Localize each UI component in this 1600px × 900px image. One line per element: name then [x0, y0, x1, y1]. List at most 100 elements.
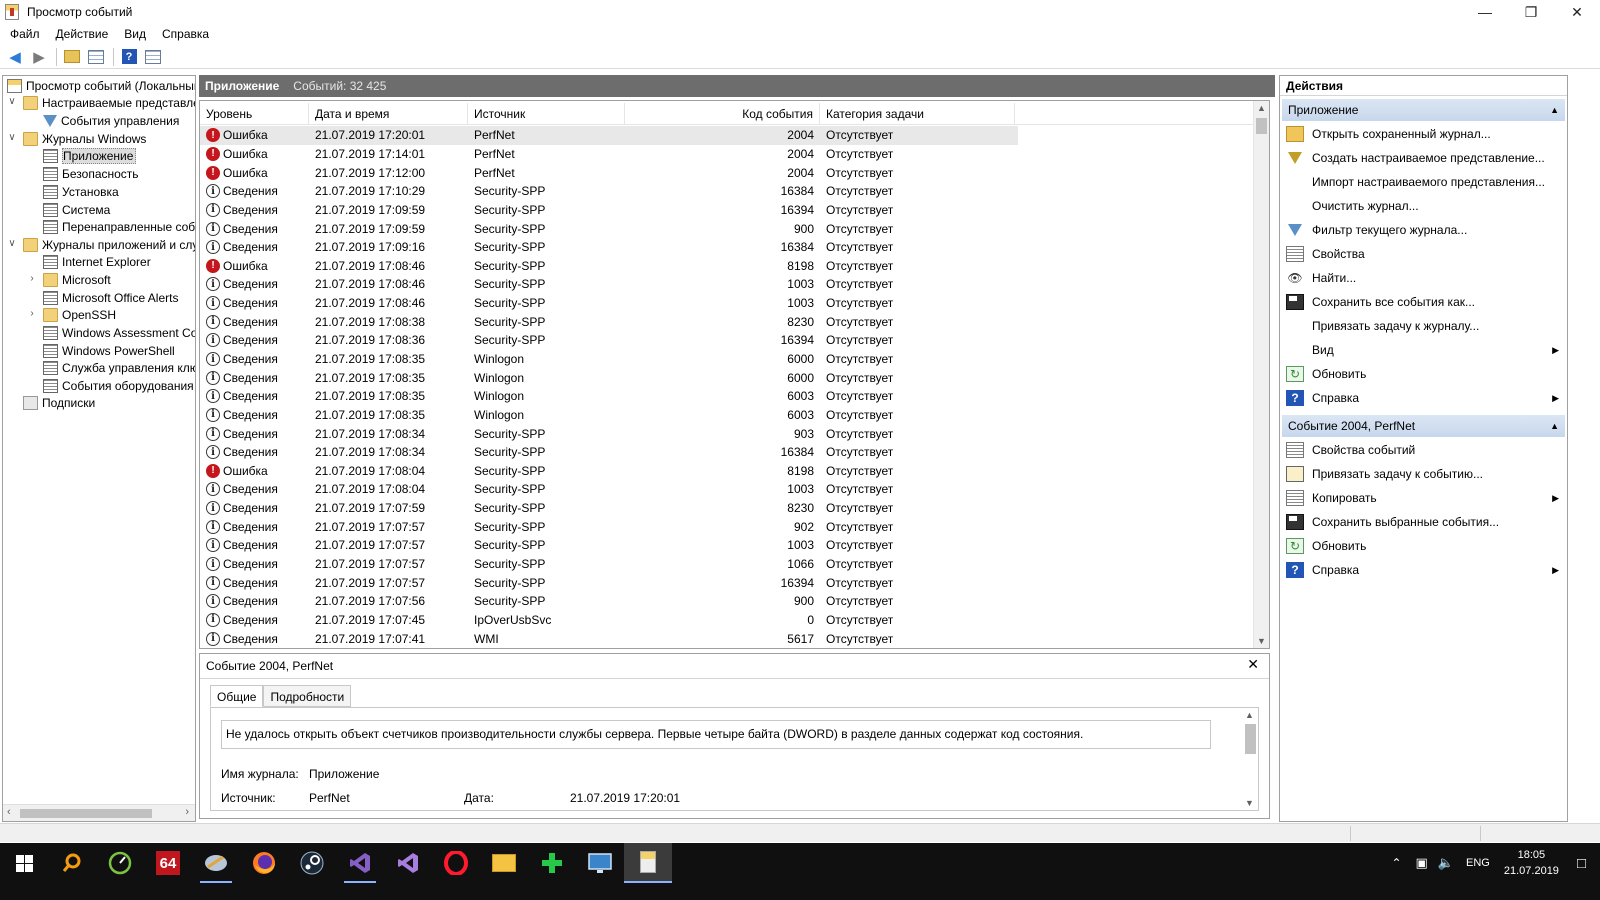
event-row[interactable]: i Сведения 21.07.2019 17:07:56 Security-SPP… — [200, 592, 1254, 611]
event-row[interactable]: i Сведения 21.07.2019 17:07:57 Security-SPP… — [200, 517, 1254, 536]
plus-icon[interactable] — [528, 843, 576, 883]
close-button[interactable]: ✕ — [1554, 0, 1600, 24]
event-row[interactable]: i Сведения 21.07.2019 17:09:16 Security-SPP… — [200, 238, 1254, 257]
opera-icon[interactable] — [432, 843, 480, 883]
action-item[interactable]: Свойства событий — [1280, 438, 1567, 462]
show-hidden-icons-icon[interactable]: ⌃ — [1391, 856, 1401, 870]
event-row[interactable]: i Сведения 21.07.2019 17:10:29 Security-SPP… — [200, 182, 1254, 201]
tree-item-root[interactable]: Просмотр событий (Локальный) — [7, 77, 195, 95]
search-icon[interactable] — [48, 843, 96, 883]
tab-general[interactable]: Общие — [210, 685, 264, 707]
collapse-icon[interactable]: ∨ — [7, 238, 17, 249]
volume-icon[interactable]: 🔈 — [1438, 855, 1454, 871]
action-item[interactable]: Фильтр текущего журнала... — [1280, 218, 1567, 242]
action-item[interactable]: Свойства — [1280, 242, 1567, 266]
action-item[interactable]: Сохранить выбранные события... — [1280, 510, 1567, 534]
collapse-section-icon[interactable]: ▲ — [1550, 99, 1559, 121]
action-item[interactable]: Создать настраиваемое представление... — [1280, 146, 1567, 170]
column-header-level[interactable]: Уровень — [200, 103, 309, 125]
scroll-down-icon[interactable]: ▼ — [1245, 798, 1254, 808]
minimize-button[interactable]: — — [1462, 0, 1508, 24]
scrollbar-thumb[interactable] — [1245, 724, 1256, 754]
event-row[interactable]: ! Ошибка 21.07.2019 17:20:01 PerfNet 2004 Отс… — [200, 126, 1018, 145]
tree-item-forwarded[interactable]: Перенаправленные события — [43, 218, 195, 236]
section-header-application[interactable]: Приложение ▲ — [1282, 99, 1565, 121]
event-row[interactable]: i Сведения 21.07.2019 17:09:59 Security-SPP… — [200, 201, 1254, 220]
event-row[interactable]: i Сведения 21.07.2019 17:07:57 Security-SPP… — [200, 536, 1254, 555]
action-item[interactable]: Копировать ▶ — [1280, 486, 1567, 510]
tree-item-admin-events[interactable]: События управления — [43, 112, 179, 130]
action-pane-icon[interactable] — [142, 47, 164, 67]
start-icon[interactable] — [0, 843, 48, 883]
action-item[interactable]: ? Справка ▶ — [1280, 558, 1567, 582]
event-row[interactable]: i Сведения 21.07.2019 17:07:45 IpOverUsbSvc… — [200, 611, 1254, 630]
column-header-source[interactable]: Источник — [468, 103, 625, 125]
action-item[interactable]: ↻ Обновить — [1280, 534, 1567, 558]
event-row[interactable]: i Сведения 21.07.2019 17:08:36 Security-SPP… — [200, 331, 1254, 350]
column-header-event-id[interactable]: Код события — [625, 103, 820, 125]
help-icon[interactable]: ? — [118, 47, 140, 67]
expand-icon[interactable]: › — [27, 273, 37, 284]
steam-icon[interactable] — [288, 843, 336, 883]
menu-view[interactable]: Вид — [124, 27, 146, 41]
console-tree-icon[interactable] — [85, 47, 107, 67]
event-row[interactable]: ! Ошибка 21.07.2019 17:12:00 PerfNet 2004 Отс… — [200, 163, 1254, 182]
tree-item-system[interactable]: Система — [43, 201, 110, 219]
event-description[interactable]: Не удалось открыть объект счетчиков прои… — [221, 720, 1211, 749]
event-row[interactable]: i Сведения 21.07.2019 17:07:59 Security-SPP… — [200, 499, 1254, 518]
tree-item-setup[interactable]: Установка — [43, 183, 119, 201]
event-row[interactable]: i Сведения 21.07.2019 17:08:35 Winlogon 6000… — [200, 350, 1254, 369]
notifications-icon[interactable]: □ — [1577, 855, 1586, 872]
tree-item-security[interactable]: Безопасность — [43, 165, 139, 183]
event-row[interactable]: i Сведения 21.07.2019 17:08:34 Security-SPP… — [200, 424, 1254, 443]
tree-item-powershell[interactable]: Windows PowerShell — [43, 342, 175, 360]
grid-vertical-scrollbar[interactable]: ▲ ▼ — [1253, 101, 1269, 648]
tree-item-openssh[interactable]: OpenSSH — [43, 306, 116, 324]
action-item[interactable]: Сохранить все события как... — [1280, 290, 1567, 314]
menu-file[interactable]: Файл — [10, 27, 40, 41]
expand-icon[interactable]: › — [27, 308, 37, 319]
tree-item-internet-explorer[interactable]: Internet Explorer — [43, 253, 151, 271]
column-header-task-category[interactable]: Категория задачи — [820, 103, 1015, 125]
forward-arrow-icon[interactable]: ▶ — [28, 47, 50, 67]
close-icon[interactable]: ✕ — [1247, 656, 1259, 673]
tab-details[interactable]: Подробности — [263, 685, 352, 707]
tree-item-office-alerts[interactable]: Microsoft Office Alerts — [43, 289, 178, 307]
aida64-icon[interactable]: 64 — [144, 843, 192, 883]
event-row[interactable]: i Сведения 21.07.2019 17:08:35 Winlogon 6003… — [200, 387, 1254, 406]
menu-help[interactable]: Справка — [162, 27, 209, 41]
event-row[interactable]: i Сведения 21.07.2019 17:08:35 Winlogon 6000… — [200, 368, 1254, 387]
collapse-section-icon[interactable]: ▲ — [1550, 415, 1559, 437]
scroll-down-icon[interactable]: ▼ — [1257, 636, 1266, 646]
tree-item-subscriptions[interactable]: Подписки — [23, 394, 95, 412]
visual-studio-2-icon[interactable] — [384, 843, 432, 883]
tree-item-application[interactable]: Приложение — [43, 147, 137, 165]
action-item[interactable]: Привязать задачу к журналу... — [1280, 314, 1567, 338]
explorer-icon[interactable] — [480, 843, 528, 883]
firefox-icon[interactable] — [240, 843, 288, 883]
action-item[interactable]: Вид ▶ — [1280, 338, 1567, 362]
event-viewer-taskbar-icon[interactable] — [624, 843, 672, 883]
action-item[interactable]: 👁 Найти... — [1280, 266, 1567, 290]
action-item[interactable]: Открыть сохраненный журнал... — [1280, 122, 1567, 146]
action-item[interactable]: ↻ Обновить — [1280, 362, 1567, 386]
tree-item-assessment-console[interactable]: Windows Assessment Console — [43, 324, 195, 342]
event-row[interactable]: i Сведения 21.07.2019 17:07:57 Security-SPP… — [200, 573, 1254, 592]
event-row[interactable]: i Сведения 21.07.2019 17:07:41 WMI 5617 Отсут… — [200, 629, 1254, 648]
event-row[interactable]: i Сведения 21.07.2019 17:08:04 Security-SPP… — [200, 480, 1254, 499]
column-header-datetime[interactable]: Дата и время — [309, 103, 468, 125]
scroll-up-icon[interactable]: ▲ — [1257, 103, 1266, 113]
visual-studio-icon[interactable] — [336, 843, 384, 883]
event-row[interactable]: i Сведения 21.07.2019 17:08:46 Security-SPP… — [200, 275, 1254, 294]
tree-item-apps-services[interactable]: Журналы приложений и служб — [23, 236, 195, 254]
action-item[interactable]: Привязать задачу к событию... — [1280, 462, 1567, 486]
display-icon[interactable] — [576, 843, 624, 883]
event-row[interactable]: ! Ошибка 21.07.2019 17:08:46 Security-SPP 81… — [200, 256, 1254, 275]
event-row[interactable]: i Сведения 21.07.2019 17:09:59 Security-SPP… — [200, 219, 1254, 238]
scroll-up-icon[interactable]: ▲ — [1245, 710, 1254, 720]
event-row[interactable]: ! Ошибка 21.07.2019 17:14:01 PerfNet 2004 Отс… — [200, 145, 1254, 164]
scrollbar-thumb[interactable] — [1256, 118, 1267, 134]
event-row[interactable]: i Сведения 21.07.2019 17:08:46 Security-SPP… — [200, 294, 1254, 313]
tree-item-windows-logs[interactable]: Журналы Windows — [23, 130, 146, 148]
event-row[interactable]: i Сведения 21.07.2019 17:07:57 Security-SPP… — [200, 555, 1254, 574]
